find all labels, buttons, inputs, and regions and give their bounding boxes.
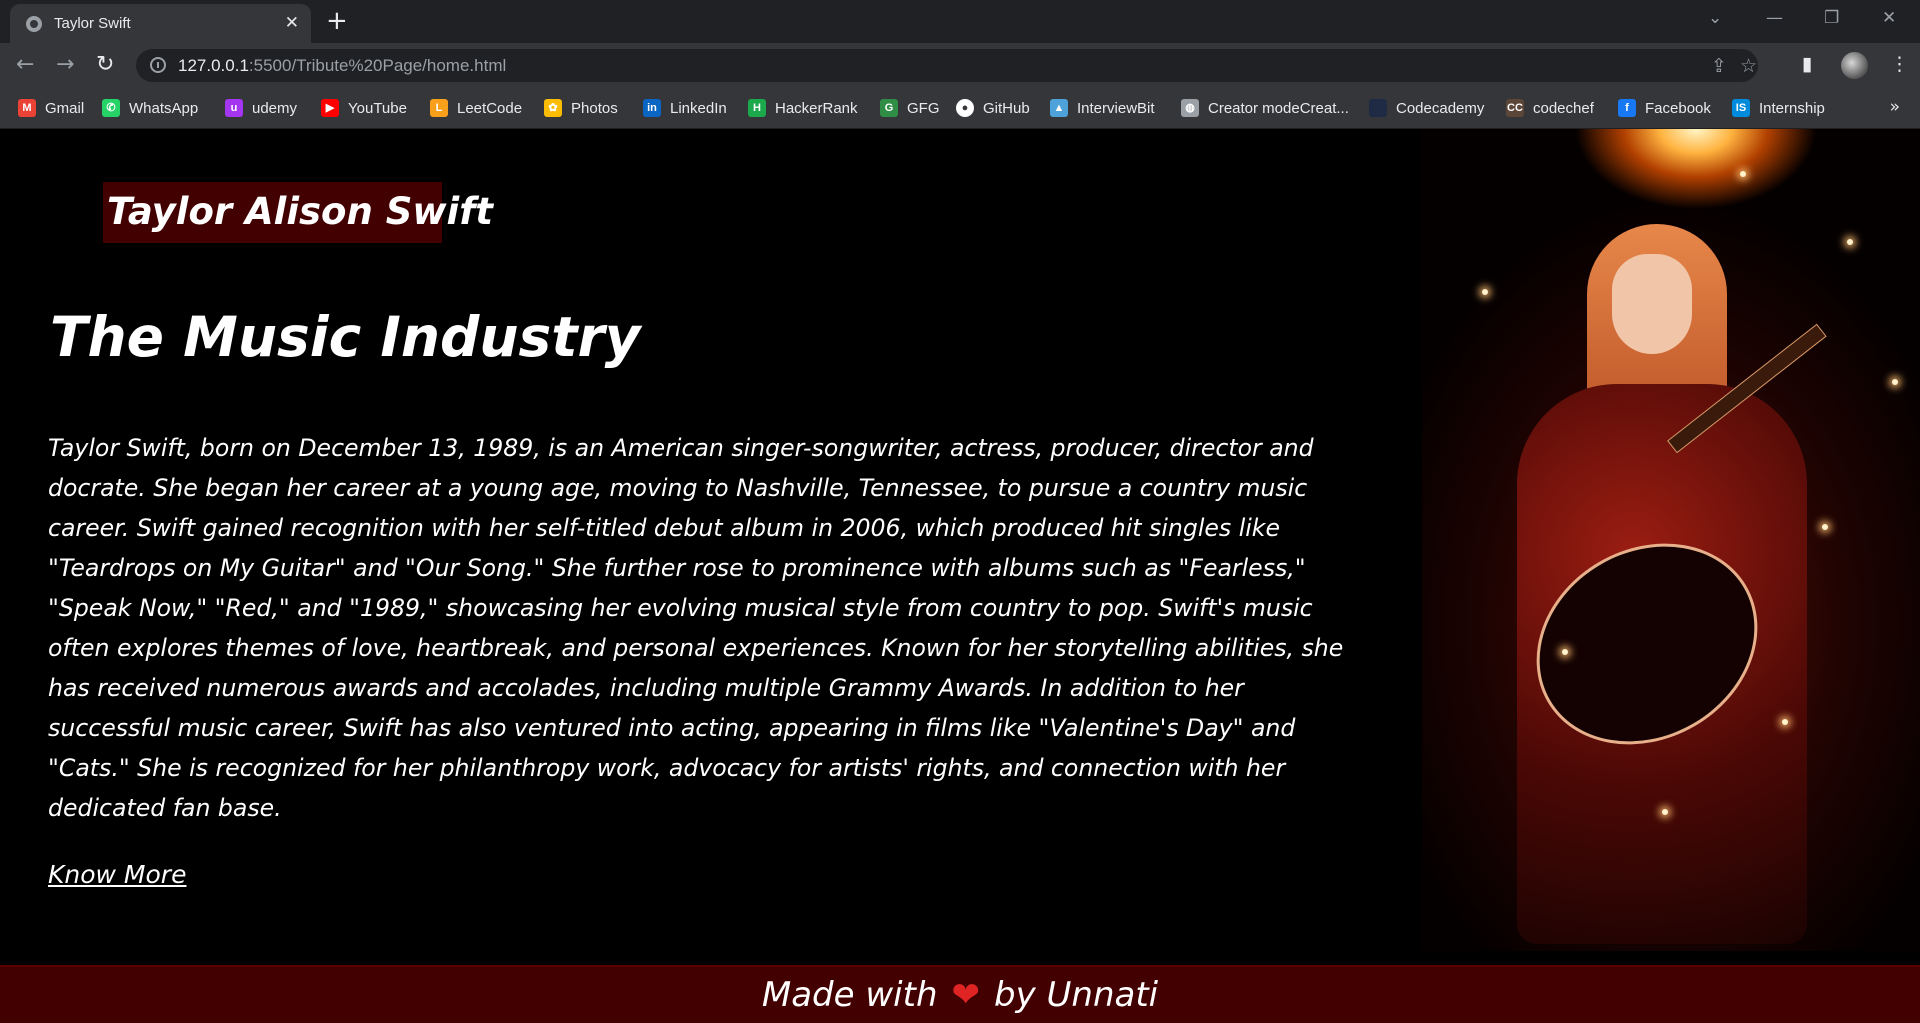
photos-icon: ✿ bbox=[544, 99, 562, 117]
gmail-icon: M bbox=[18, 99, 36, 117]
bookmark-label: GitHub bbox=[983, 99, 1030, 117]
url-host: 127.0.0.1 bbox=[178, 56, 249, 75]
taylor-swift-photo bbox=[1422, 129, 1920, 951]
bookmark-label: LeetCode bbox=[457, 99, 523, 117]
gfg-icon: G bbox=[880, 99, 898, 117]
page-footer: Made with ❤ by Unnati bbox=[0, 965, 1920, 1023]
bookmark-label: Facebook bbox=[1645, 99, 1711, 117]
minimize-button[interactable]: — bbox=[1766, 8, 1783, 28]
bookmark-gfg[interactable]: G GFG bbox=[880, 97, 940, 119]
sparkle bbox=[1562, 649, 1568, 655]
internshala-icon: IS bbox=[1732, 99, 1750, 117]
bookmark-label: udemy bbox=[252, 99, 298, 117]
sparkle bbox=[1782, 719, 1788, 725]
know-more-link[interactable]: Know More bbox=[48, 860, 186, 889]
bookmark-label: Gmail bbox=[45, 99, 85, 117]
whatsapp-icon: ✆ bbox=[102, 99, 120, 117]
tab-search-icon[interactable]: ⌄ bbox=[1708, 8, 1722, 28]
biography-paragraph: Taylor Swift, born on December 13, 1989,… bbox=[48, 434, 1344, 822]
bookmark-interviewbit[interactable]: ▲ InterviewBit bbox=[1050, 97, 1155, 119]
site-info-icon[interactable] bbox=[150, 57, 166, 73]
address-bar[interactable]: 127.0.0.1:5500/Tribute%20Page/home.html … bbox=[136, 49, 1758, 82]
name-badge-text: Taylor Alison Swift bbox=[107, 190, 493, 233]
browser-toolbar: ← → ↻ 127.0.0.1:5500/Tribute%20Page/home… bbox=[0, 43, 1920, 88]
profile-avatar[interactable] bbox=[1841, 52, 1868, 79]
heart-icon: ❤ bbox=[951, 975, 981, 1015]
bookmark-photos[interactable]: ✿ Photos bbox=[544, 97, 618, 119]
bookmark-leetcode[interactable]: L LeetCode bbox=[430, 97, 522, 119]
bookmark-creator-modecreat[interactable]: ◍ Creator modeCreat... bbox=[1181, 97, 1349, 119]
bookmark-label: WhatsApp bbox=[129, 99, 199, 117]
bookmark-label: InterviewBit bbox=[1077, 99, 1155, 117]
sparkle bbox=[1482, 289, 1488, 295]
name-badge: Taylor Alison Swift bbox=[103, 182, 493, 243]
bookmark-label: YouTube bbox=[348, 99, 407, 117]
close-tab-icon[interactable]: ✕ bbox=[285, 13, 299, 33]
bookmark-hackerrank[interactable]: H HackerRank bbox=[748, 97, 858, 119]
github-icon: ● bbox=[956, 99, 974, 117]
bookmark-udemy[interactable]: u udemy bbox=[225, 97, 297, 119]
hackerrank-icon: H bbox=[748, 99, 766, 117]
restore-button[interactable]: ❐ bbox=[1824, 8, 1839, 28]
bookmark-label: codechef bbox=[1533, 99, 1594, 117]
bookmark-label: GFG bbox=[907, 99, 940, 117]
bookmark-facebook[interactable]: f Facebook bbox=[1618, 97, 1711, 119]
more-bookmarks-icon[interactable]: » bbox=[1890, 97, 1900, 117]
bookmark-internship[interactable]: IS Internship bbox=[1732, 97, 1825, 119]
tab-title: Taylor Swift bbox=[54, 15, 131, 32]
bookmark-codecademy[interactable]: Codecademy bbox=[1369, 97, 1484, 119]
bookmark-gmail[interactable]: M Gmail bbox=[18, 97, 84, 119]
sparkle bbox=[1662, 809, 1668, 815]
side-panel-icon[interactable]: ▮ bbox=[1802, 53, 1812, 75]
forward-button[interactable]: → bbox=[56, 52, 74, 78]
sparkle bbox=[1822, 524, 1828, 530]
tab-taylor-swift[interactable]: Taylor Swift ✕ bbox=[10, 4, 311, 43]
bookmark-star-icon[interactable]: ☆ bbox=[1740, 55, 1757, 77]
bookmark-youtube[interactable]: ▶ YouTube bbox=[321, 97, 407, 119]
bookmark-label: HackerRank bbox=[775, 99, 858, 117]
leetcode-icon: L bbox=[430, 99, 448, 117]
bookmark-github[interactable]: ● GitHub bbox=[956, 97, 1030, 119]
menu-kebab-icon[interactable]: ⋮ bbox=[1890, 53, 1909, 75]
codechef-icon: CC bbox=[1506, 99, 1524, 117]
globe-icon: ◍ bbox=[1181, 99, 1199, 117]
url-text[interactable]: 127.0.0.1:5500/Tribute%20Page/home.html bbox=[178, 56, 506, 76]
bookmark-codechef[interactable]: CC codechef bbox=[1506, 97, 1594, 119]
bookmark-linkedin[interactable]: in LinkedIn bbox=[643, 97, 727, 119]
youtube-icon: ▶ bbox=[321, 99, 339, 117]
codecademy-icon bbox=[1369, 99, 1387, 117]
photo-face-shape bbox=[1612, 254, 1692, 354]
new-tab-button[interactable]: + bbox=[326, 7, 348, 35]
reload-button[interactable]: ↻ bbox=[96, 52, 114, 78]
sparkle bbox=[1847, 239, 1853, 245]
url-path: :5500/Tribute%20Page/home.html bbox=[248, 56, 507, 75]
globe-icon bbox=[26, 16, 42, 32]
sparkle bbox=[1892, 379, 1898, 385]
back-button[interactable]: ← bbox=[16, 52, 34, 78]
bookmark-label: Internship bbox=[1759, 99, 1825, 117]
close-window-button[interactable]: ✕ bbox=[1882, 8, 1896, 28]
interviewbit-icon: ▲ bbox=[1050, 99, 1068, 117]
tribute-page: Taylor Alison Swift The Music Industry T… bbox=[0, 129, 1920, 1023]
footer-author: by Unnati bbox=[994, 975, 1159, 1015]
bookmark-label: Codecademy bbox=[1396, 99, 1485, 117]
udemy-icon: u bbox=[225, 99, 243, 117]
bookmarks-bar: » M Gmail ✆ WhatsApp u udemy ▶ YouTube L LeetCode… bbox=[0, 88, 1920, 129]
bookmark-label: Creator modeCreat... bbox=[1208, 99, 1349, 117]
sparkle bbox=[1740, 171, 1746, 177]
share-icon[interactable]: ⇪ bbox=[1711, 55, 1727, 77]
bookmark-label: LinkedIn bbox=[670, 99, 727, 117]
linkedin-icon: in bbox=[643, 99, 661, 117]
footer-made-with: Made with bbox=[761, 975, 938, 1015]
facebook-icon: f bbox=[1618, 99, 1636, 117]
bookmark-whatsapp[interactable]: ✆ WhatsApp bbox=[102, 97, 198, 119]
page-heading: The Music Industry bbox=[50, 305, 641, 369]
footer-credit: Made with ❤ by Unnati bbox=[0, 967, 1920, 1023]
tab-strip: Taylor Swift ✕ + ⌄ — ❐ ✕ bbox=[0, 0, 1920, 43]
bookmark-label: Photos bbox=[571, 99, 618, 117]
